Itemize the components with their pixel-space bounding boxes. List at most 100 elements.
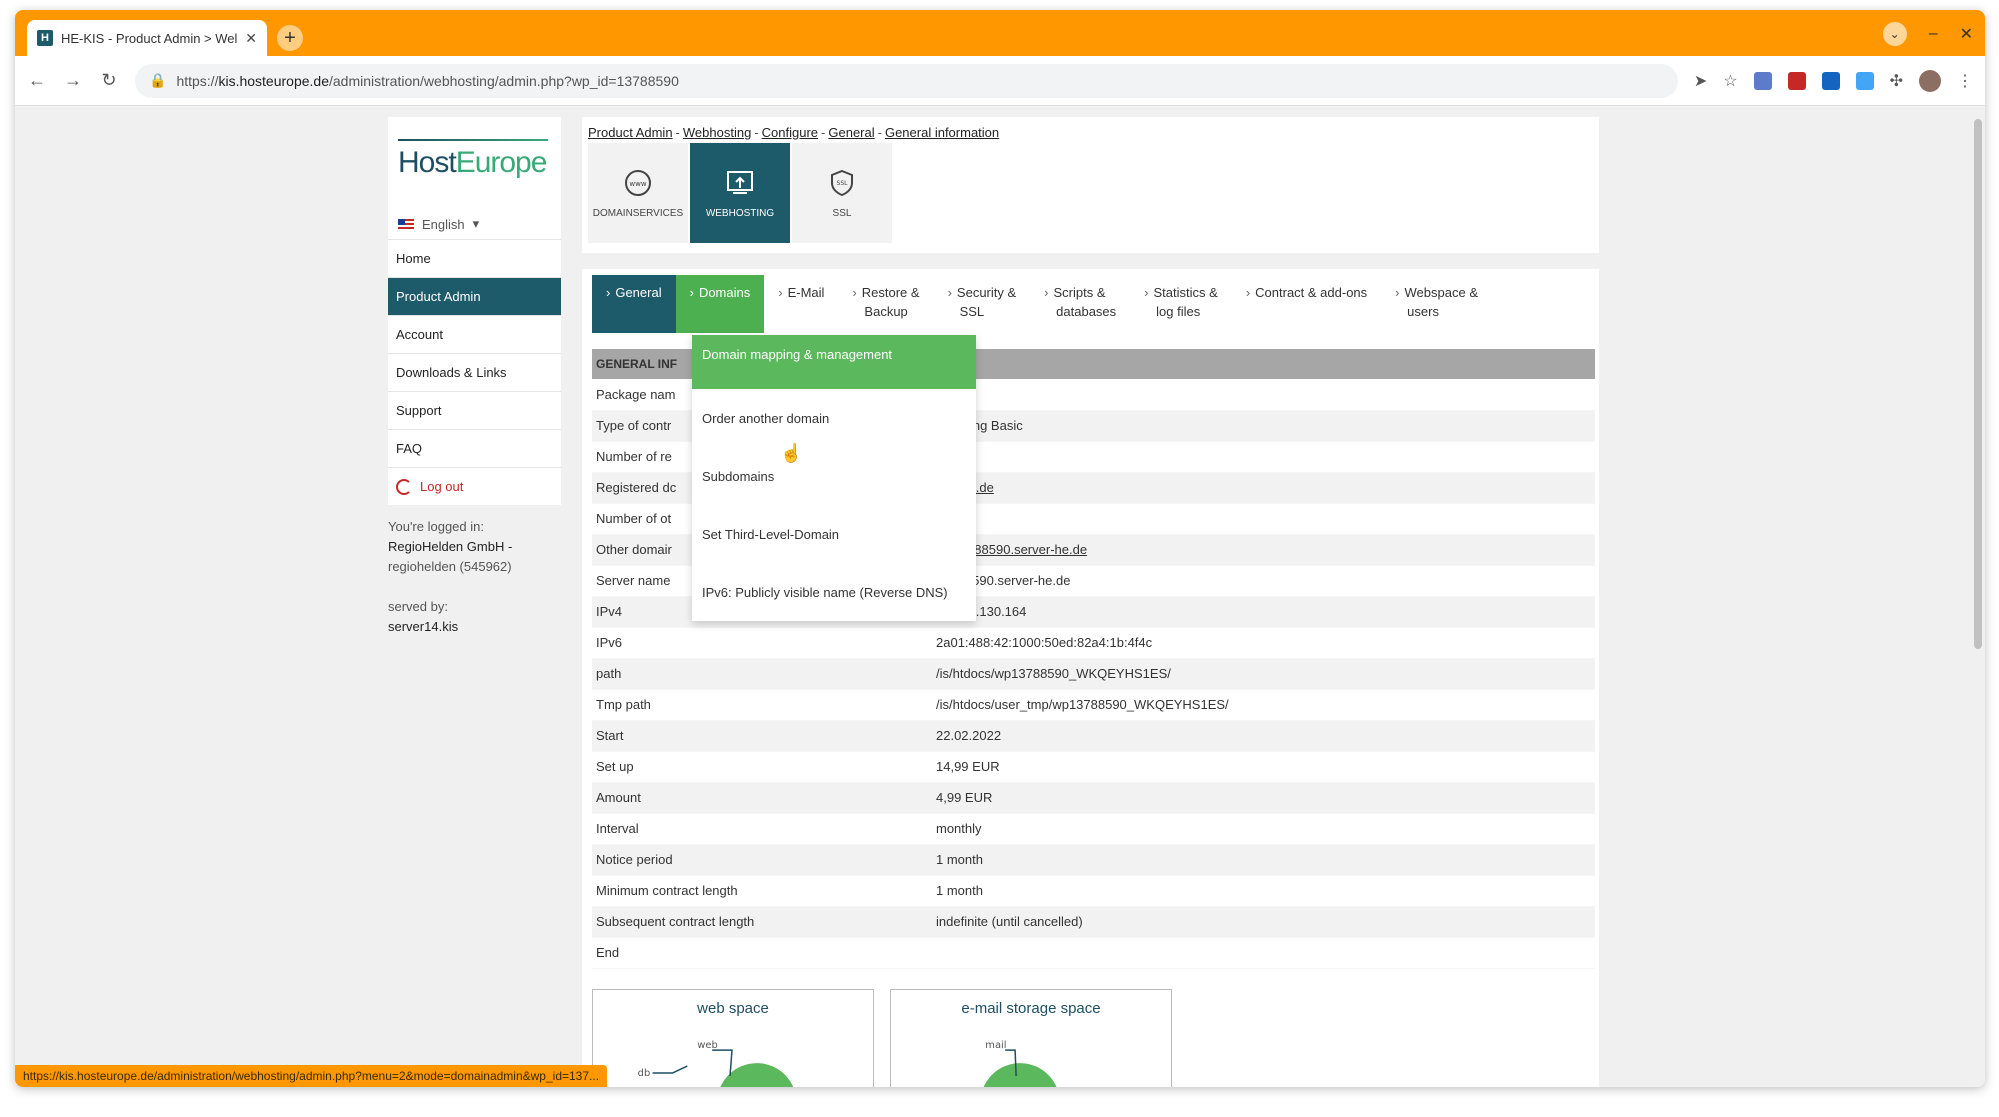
sidebar-item-support[interactable]: Support — [388, 391, 561, 429]
www-globe-icon: www — [625, 169, 651, 196]
subnav-general[interactable]: › General — [592, 275, 676, 333]
breadcrumb-configure[interactable]: Configure — [762, 125, 818, 140]
more-menu-icon[interactable]: ⋮ — [1957, 71, 1973, 91]
product-tile-domainservices[interactable]: www DOMAINSERVICES — [588, 143, 688, 243]
logged-in-label: You're logged in: — [388, 519, 484, 534]
row-label: Amount — [592, 782, 932, 814]
row-value: monthly — [932, 813, 1595, 845]
menu-item-subdomains[interactable]: Subdomains — [692, 447, 976, 505]
scrollbar[interactable] — [1971, 107, 1985, 1087]
row-value: 80.237.130.164 — [932, 596, 1595, 628]
row-label: IPv6 — [592, 627, 932, 659]
hand-cursor-icon: ☝ — [780, 443, 803, 463]
product-tile-ssl[interactable]: SSL SSL — [792, 143, 892, 243]
extension-icon-1[interactable] — [1753, 71, 1772, 90]
subnav-scripts-databases[interactable]: › Scripts & databases — [1030, 275, 1130, 333]
extension-icon-2[interactable] — [1787, 71, 1806, 90]
breadcrumb-product-admin[interactable]: Product Admin — [588, 125, 673, 140]
tab-search-icon[interactable]: ⌄ — [1882, 22, 1907, 46]
subnav-webspace-users[interactable]: › Webspace & users — [1381, 275, 1492, 333]
extension-icon-3[interactable] — [1821, 71, 1840, 90]
sidebar-item-logout[interactable]: Log out — [388, 467, 561, 505]
lock-icon[interactable]: 🔒 — [149, 72, 166, 89]
url-input[interactable]: 🔒 https://kis.hosteurope.de/administrati… — [135, 63, 1678, 98]
subnav-email[interactable]: › E-Mail — [764, 275, 838, 333]
page-viewport: Host Europe English ▾ Home Product Admin … — [15, 107, 1985, 1087]
tab-bar: H HE-KIS - Product Admin > Wel ✕ + ⌄ – ✕ — [15, 10, 1985, 56]
sidebar: Host Europe English ▾ Home Product Admin … — [388, 117, 561, 505]
table-row: End — [592, 937, 1595, 969]
table-row: Tmp path/is/htdocs/user_tmp/wp13788590_W… — [592, 689, 1595, 721]
content-panel: › General › Domains › E-Mail › Restore & Back… — [582, 269, 1599, 1087]
close-icon[interactable]: ✕ — [245, 30, 257, 47]
menu-item-domain-mapping[interactable]: Domain mapping & management — [692, 335, 976, 389]
subnav-security-ssl[interactable]: › Security & SSL — [934, 275, 1031, 333]
row-value: /is/htdocs/wp13788590_WKQEYHS1ES/ — [932, 658, 1595, 690]
table-row: Subsequent contract length indefinite (un… — [592, 906, 1595, 938]
sidebar-item-account[interactable]: Account — [388, 315, 561, 353]
extension-bar: ➤ ☆ ✣ ⋮ — [1694, 69, 1973, 92]
usage-title: web space — [697, 1000, 769, 1017]
product-label: WEBHOSTING — [705, 207, 775, 219]
chart-label-web: web — [697, 1040, 718, 1051]
minimize-icon[interactable]: – — [1929, 25, 1938, 43]
leader-line — [652, 1065, 688, 1074]
menu-item-order-domain[interactable]: Order another domain — [692, 389, 976, 447]
ssl-shield-icon: SSL — [831, 169, 853, 196]
chevron-right-icon: › — [852, 285, 857, 300]
product-tile-webhosting[interactable]: WEBHOSTING — [690, 143, 790, 243]
send-icon[interactable]: ➤ — [1694, 71, 1707, 91]
menu-item-reverse-dns[interactable]: IPv6: Publicly visible name (Reverse DNS… — [692, 563, 976, 621]
logo-europe: Europe — [455, 146, 548, 179]
table-row: Set up 14,99 EUR — [592, 751, 1595, 783]
sidebar-item-product-admin[interactable]: Product Admin — [388, 277, 561, 315]
pie-slice — [983, 1063, 1057, 1087]
row-value: 1 month — [932, 875, 1595, 907]
reload-icon[interactable]: ↻ — [99, 70, 119, 91]
row-value[interactable]: wp13788590.server-he.de — [932, 534, 1595, 566]
usage-title: e-mail storage space — [961, 1000, 1101, 1017]
table-row: Interval monthly — [592, 813, 1595, 845]
user-name: regiohelden (545962) — [388, 559, 512, 574]
browser-window: H HE-KIS - Product Admin > Wel ✕ + ⌄ – ✕… — [15, 10, 1985, 1087]
puzzle-icon[interactable]: ✣ — [1890, 71, 1903, 91]
profile-avatar[interactable] — [1919, 69, 1941, 92]
browser-tab[interactable]: H HE-KIS - Product Admin > Wel ✕ — [27, 20, 267, 56]
back-icon[interactable]: ← — [27, 70, 47, 91]
new-tab-button[interactable]: + — [277, 25, 303, 51]
window-close-icon[interactable]: ✕ — [1960, 24, 1973, 44]
logo-line — [398, 139, 548, 141]
breadcrumb-general-information[interactable]: General information — [885, 125, 999, 140]
logo[interactable]: Host Europe — [388, 117, 561, 209]
row-value: 1 month — [932, 844, 1595, 876]
menu-item-third-level-domain[interactable]: Set Third-Level-Domain — [692, 505, 976, 563]
language-selector[interactable]: English ▾ — [388, 209, 561, 239]
extension-icon-4[interactable] — [1855, 71, 1874, 90]
breadcrumb-general[interactable]: General — [828, 125, 874, 140]
product-label: SSL — [832, 207, 852, 219]
bookmark-star-icon[interactable]: ☆ — [1723, 71, 1737, 91]
row-value[interactable]: n-doku.de — [932, 472, 1595, 504]
logout-label: Log out — [420, 479, 464, 494]
company-name: RegioHelden GmbH - — [388, 539, 513, 554]
forward-icon[interactable]: → — [63, 70, 83, 91]
sidebar-item-faq[interactable]: FAQ — [388, 429, 561, 467]
row-value: 13788590.server-he.de — [932, 565, 1595, 597]
row-value: 4,99 EUR — [932, 782, 1595, 814]
subnav-contract[interactable]: › Contract & add-ons — [1232, 275, 1381, 333]
usage-box-email: e-mail storage space mail — [890, 989, 1172, 1087]
sidebar-item-downloads[interactable]: Downloads & Links — [388, 353, 561, 391]
webspace-pie-chart: web db — [638, 1040, 794, 1087]
subnav-restore-backup[interactable]: › Restore & Backup — [838, 275, 933, 333]
sidebar-item-home[interactable]: Home — [388, 239, 561, 277]
row-label: Notice period — [592, 844, 932, 876]
row-value: 22.02.2022 — [932, 720, 1595, 752]
subnav-domains[interactable]: › Domains — [675, 275, 765, 333]
chevron-right-icon: › — [778, 285, 783, 300]
scroll-thumb[interactable] — [1974, 119, 1982, 649]
chevron-right-icon: › — [606, 285, 611, 300]
table-row: Start 22.02.2022 — [592, 720, 1595, 752]
breadcrumb-webhosting[interactable]: Webhosting — [683, 125, 751, 140]
login-info: You're logged in: RegioHelden GmbH - reg… — [388, 517, 568, 637]
subnav-statistics[interactable]: › Statistics & log files — [1130, 275, 1232, 333]
